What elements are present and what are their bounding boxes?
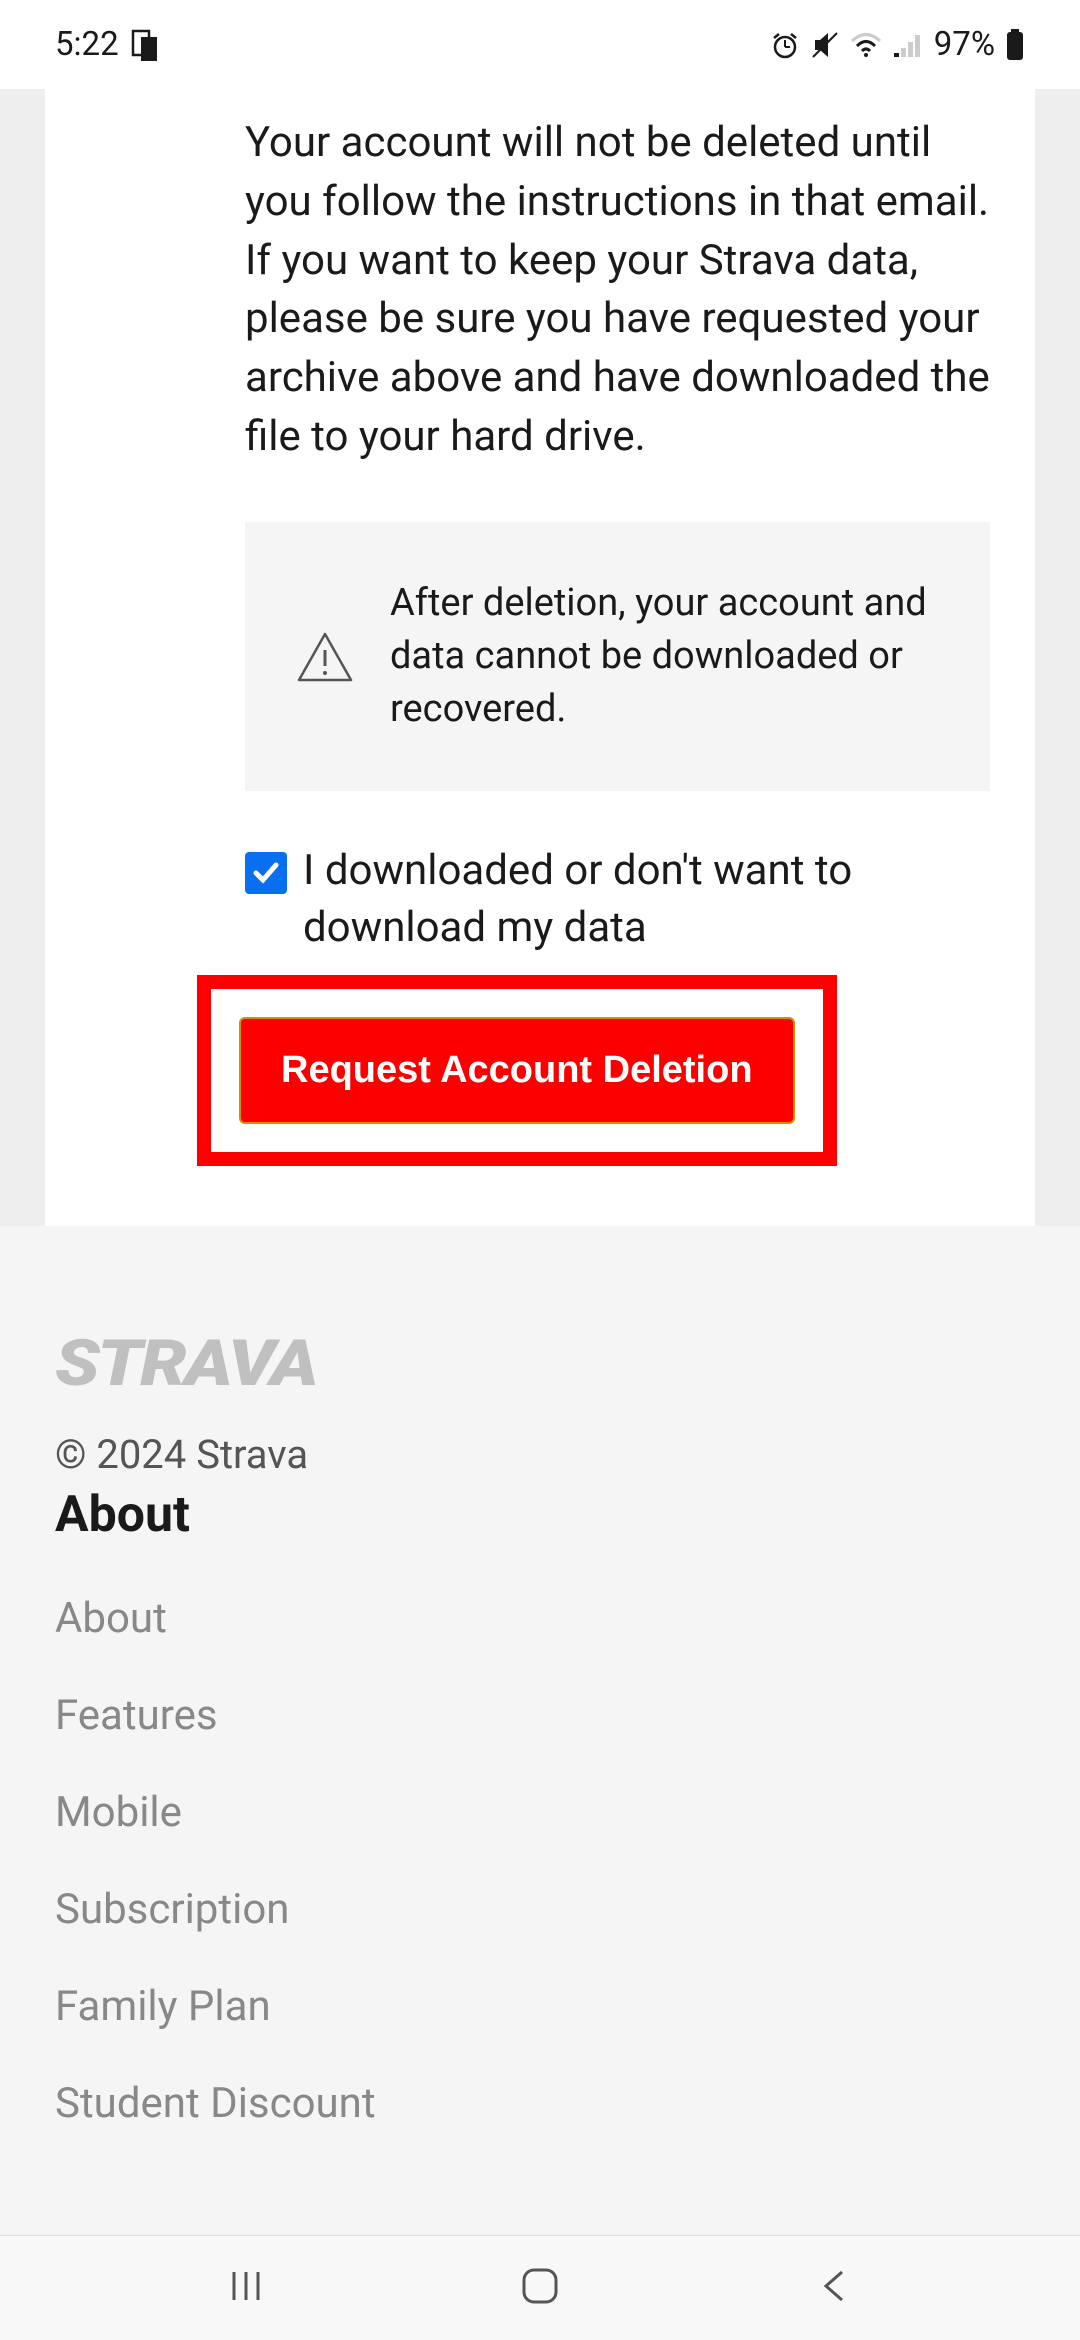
home-button[interactable] — [516, 2262, 564, 2314]
request-account-deletion-button[interactable]: Request Account Deletion — [239, 1017, 795, 1124]
content-area: Your account will not be deleted until y… — [0, 89, 1080, 1226]
checkmark-icon — [251, 858, 281, 888]
status-left: 5:22 — [55, 25, 159, 64]
footer-link-subscription[interactable]: Subscription — [55, 1885, 1025, 1934]
footer-about-heading: About — [55, 1486, 1025, 1544]
battery-percent: 97% — [934, 25, 995, 64]
checkbox-label: I downloaded or don't want to download m… — [303, 843, 990, 956]
status-time: 5:22 — [55, 25, 119, 64]
footer-link-mobile[interactable]: Mobile — [55, 1788, 1025, 1837]
recent-apps-button[interactable] — [224, 2264, 268, 2312]
strava-logo: STRAVA — [55, 1326, 1080, 1401]
footer-link-about[interactable]: About — [55, 1594, 1025, 1643]
settings-card: Your account will not be deleted until y… — [45, 89, 1035, 1226]
mute-icon — [810, 30, 840, 60]
warning-triangle-icon — [295, 630, 355, 684]
copyright-text: © 2024 Strava — [55, 1431, 1025, 1478]
status-right: 97% — [770, 25, 1025, 64]
alarm-icon — [770, 30, 800, 60]
footer-link-features[interactable]: Features — [55, 1691, 1025, 1740]
download-confirm-checkbox[interactable] — [245, 852, 287, 894]
instruction-text: Your account will not be deleted until y… — [245, 89, 990, 467]
warning-text: After deletion, your account and data ca… — [390, 577, 940, 737]
back-button[interactable] — [812, 2264, 856, 2312]
footer-link-student-discount[interactable]: Student Discount — [55, 2079, 1025, 2128]
footer-link-family-plan[interactable]: Family Plan — [55, 1982, 1025, 2031]
battery-icon — [1005, 29, 1025, 61]
footer-links: About Features Mobile Subscription Famil… — [55, 1594, 1025, 2128]
status-bar: 5:22 97% — [0, 0, 1080, 89]
sim-icon — [131, 29, 159, 61]
checkbox-row[interactable]: I downloaded or don't want to download m… — [245, 843, 990, 956]
android-nav-bar — [0, 2235, 1080, 2340]
signal-icon — [892, 31, 924, 59]
highlight-annotation: Request Account Deletion — [197, 975, 837, 1166]
wifi-icon — [850, 31, 882, 59]
footer: STRAVA © 2024 Strava About About Feature… — [0, 1226, 1080, 2158]
warning-box: After deletion, your account and data ca… — [245, 522, 990, 792]
